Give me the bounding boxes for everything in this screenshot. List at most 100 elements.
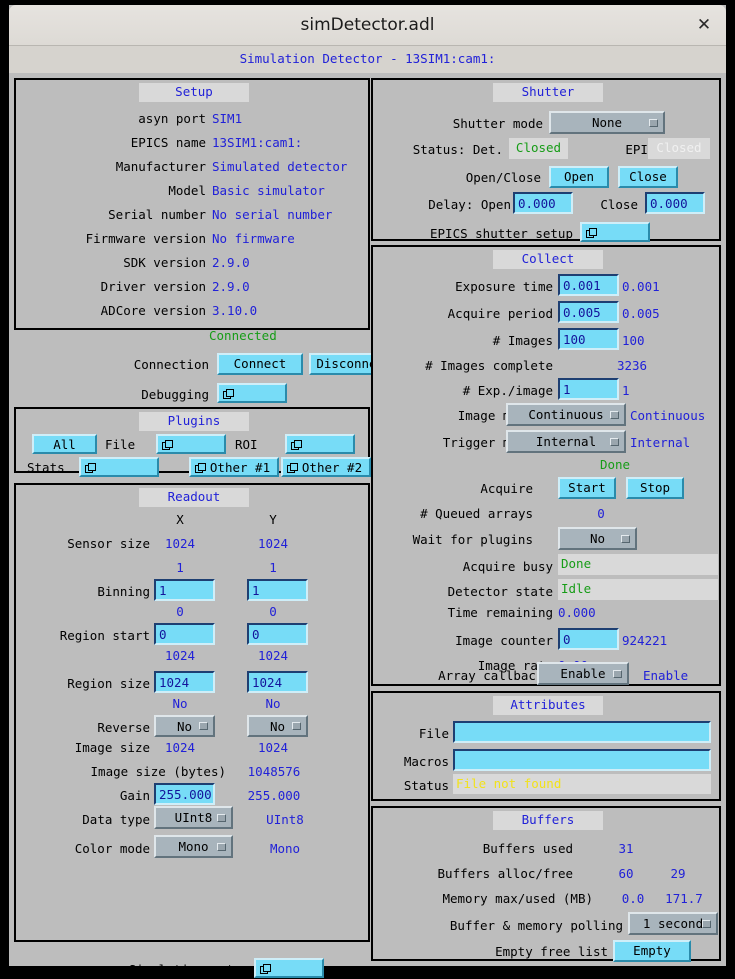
driver-version-value: 2.9.0 (212, 279, 250, 294)
plugins-other1-label: Other #1 (209, 460, 271, 475)
color-mode-label: Color mode (74, 841, 150, 856)
acquire-stop-button[interactable]: Stop (626, 477, 684, 499)
close-icon[interactable]: ✕ (694, 15, 714, 35)
plugins-stats-button[interactable] (79, 457, 159, 477)
shutter-panel: Shutter Shutter mode None Status: Det. C… (371, 78, 721, 242)
reverse-x-menu[interactable]: No (154, 715, 215, 737)
trigger-mode-menu-label: Internal (535, 434, 597, 449)
manufacturer-value: Simulated detector (212, 159, 348, 174)
data-type-menu-label: UInt8 (174, 810, 213, 825)
buffers-used-value: 31 (618, 841, 634, 856)
image-counter-readback: 924221 (622, 633, 668, 648)
shutter-status-label: Status: Det. (412, 142, 503, 157)
buffers-alloc-value: 60 (618, 866, 634, 881)
buffers-panel-title: Buffers (493, 811, 603, 830)
related-display-icon (162, 440, 173, 450)
buffers-used-label: Buffers used (482, 841, 573, 856)
main-window: simDetector.adl ✕ Simulation Detector - … (9, 5, 726, 978)
memory-max-value: 0.0 (621, 891, 645, 906)
wait-for-plugins-label: Wait for plugins (412, 532, 533, 547)
attributes-macros-input[interactable] (453, 749, 711, 771)
region-start-x-input[interactable]: 0 (154, 623, 215, 645)
reverse-x-readback: No (172, 696, 188, 711)
plugins-other2-button[interactable]: Other #2 (281, 457, 371, 477)
adcore-version-label: ADCore version (100, 303, 206, 318)
data-type-label: Data type (82, 812, 150, 827)
menu-indicator-icon (613, 669, 622, 678)
exp-per-image-label: # Exp./image (462, 383, 553, 398)
attributes-panel: Attributes File Macros Status File not f… (371, 691, 721, 801)
sensor-size-x: 1024 (164, 536, 196, 551)
region-size-x-input[interactable]: 1024 (154, 671, 215, 693)
color-mode-menu-label: Mono (178, 839, 209, 854)
image-size-label: Image size (74, 740, 150, 755)
wait-for-plugins-menu[interactable]: No (558, 527, 637, 550)
num-images-input[interactable]: 100 (558, 328, 619, 350)
image-mode-readback: Continuous (630, 408, 706, 423)
queued-arrays-value: 0 (597, 506, 605, 521)
simulation-setup-button[interactable] (254, 958, 324, 978)
related-display-icon (291, 440, 302, 450)
gain-input[interactable]: 255.000 (154, 783, 215, 805)
debugging-label: Debugging (141, 387, 209, 402)
image-counter-input[interactable]: 0 (558, 628, 619, 650)
image-mode-menu-label: Continuous (528, 407, 604, 422)
plugins-other1-button[interactable]: Other #1 (189, 457, 279, 477)
acquire-period-readback: 0.005 (622, 306, 660, 321)
reverse-label: Reverse (97, 720, 150, 735)
attributes-file-input[interactable] (453, 721, 711, 743)
plugins-all-button[interactable]: All (32, 434, 97, 454)
array-callbacks-label: Array callbacks (438, 668, 551, 683)
plugins-file-button[interactable] (156, 434, 226, 454)
sdk-version-value: 2.9.0 (212, 255, 250, 270)
acquire-busy-label: Acquire busy (462, 559, 553, 574)
acquire-period-input[interactable]: 0.005 (558, 301, 619, 323)
num-images-label: # Images (492, 333, 553, 348)
shutter-delay-close-input[interactable]: 0.000 (645, 192, 705, 214)
reverse-x-menu-label: No (176, 719, 193, 734)
reverse-y-menu-label: No (269, 719, 286, 734)
window-title: simDetector.adl (300, 15, 435, 35)
region-size-y-input[interactable]: 1024 (247, 671, 308, 693)
image-size-bytes-label: Image size (bytes) (90, 764, 226, 779)
attributes-status-value: File not found (453, 774, 711, 794)
shutter-close-button[interactable]: Close (618, 166, 678, 188)
shutter-mode-label: Shutter mode (452, 116, 543, 131)
exp-per-image-input[interactable]: 1 (558, 378, 619, 400)
debugging-related-display-button[interactable] (217, 383, 287, 403)
trigger-mode-readback: Internal (630, 435, 691, 450)
data-type-menu[interactable]: UInt8 (154, 806, 233, 829)
binning-x-input[interactable]: 1 (154, 579, 215, 601)
image-mode-menu[interactable]: Continuous (506, 403, 626, 426)
time-remaining-label: Time remaining (447, 605, 553, 620)
shutter-delay-open-input[interactable]: 0.000 (513, 192, 573, 214)
shutter-open-button[interactable]: Open (549, 166, 609, 188)
gain-label: Gain (119, 788, 150, 803)
connect-button[interactable]: Connect (217, 353, 303, 375)
plugins-roi-label: ROI (235, 437, 258, 452)
binning-y-input[interactable]: 1 (247, 579, 308, 601)
epics-shutter-setup-button[interactable] (580, 222, 650, 242)
buffer-polling-menu[interactable]: 1 second (628, 912, 718, 935)
array-callbacks-menu[interactable]: Enable (537, 662, 629, 685)
shutter-mode-menu[interactable]: None (549, 111, 665, 134)
empty-free-list-button[interactable]: Empty (613, 940, 691, 962)
menu-indicator-icon (217, 842, 226, 851)
region-size-y-readback: 1024 (257, 648, 289, 663)
color-mode-menu[interactable]: Mono (154, 835, 233, 858)
model-label: Model (168, 183, 206, 198)
region-start-y-input[interactable]: 0 (247, 623, 308, 645)
image-size-x: 1024 (164, 740, 196, 755)
exposure-time-input[interactable]: 0.001 (558, 274, 619, 296)
serial-number-value: No serial number (212, 207, 333, 222)
region-start-label: Region start (59, 628, 150, 643)
trigger-mode-menu[interactable]: Internal (506, 430, 626, 453)
acquire-start-button[interactable]: Start (558, 477, 616, 499)
shutter-status-epics-value: Closed (648, 138, 710, 159)
related-display-icon (223, 389, 234, 399)
buffers-free-value: 29 (670, 866, 686, 881)
reverse-y-menu[interactable]: No (247, 715, 308, 737)
plugins-roi-button[interactable] (285, 434, 355, 454)
shutter-status-det-value: Closed (509, 138, 568, 159)
images-complete-label: # Images complete (425, 358, 553, 373)
